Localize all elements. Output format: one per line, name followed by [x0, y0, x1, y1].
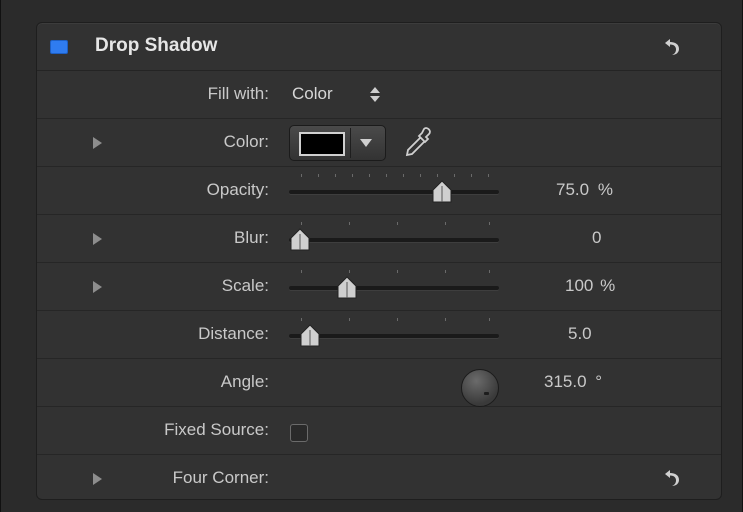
blur-row: Blur: 0 [37, 215, 721, 263]
popup-arrows-icon[interactable] [369, 84, 381, 104]
disclosure-triangle-icon[interactable] [93, 137, 102, 149]
color-well-button[interactable] [289, 125, 386, 161]
opacity-slider-track[interactable] [289, 190, 499, 194]
color-well-divider [350, 128, 351, 158]
scale-value[interactable]: 100 % [565, 276, 615, 296]
enable-checkbox-icon[interactable] [50, 40, 68, 54]
drop-shadow-panel: Drop Shadow Fill with: Color Color: Opac… [36, 22, 722, 500]
eyedropper-icon[interactable] [402, 125, 434, 159]
chevron-down-icon[interactable] [360, 139, 372, 147]
angle-value[interactable]: 315.0 ° [544, 372, 602, 392]
distance-row: Distance: 5.0 [37, 311, 721, 359]
reset-arrow-icon[interactable] [663, 468, 681, 488]
angle-dial[interactable] [461, 369, 499, 407]
panel-header: Drop Shadow [37, 23, 721, 71]
fill-with-row: Fill with: Color [37, 71, 721, 119]
angle-unit: ° [595, 372, 603, 391]
fill-with-label: Fill with: [207, 84, 269, 103]
disclosure-triangle-icon[interactable] [93, 233, 102, 245]
opacity-number: 75.0 [556, 180, 590, 199]
blur-label: Blur: [234, 228, 269, 247]
opacity-ticks [289, 174, 499, 180]
angle-indicator-icon [484, 392, 489, 395]
four-corner-label: Four Corner: [172, 468, 269, 487]
opacity-label: Opacity: [206, 180, 269, 199]
fixed-source-label: Fixed Source: [164, 420, 269, 439]
scale-label: Scale: [221, 276, 269, 295]
color-swatch[interactable] [299, 132, 345, 156]
scale-number: 100 [565, 276, 594, 295]
opacity-slider-thumb[interactable] [431, 180, 453, 204]
distance-slider-thumb[interactable] [299, 324, 321, 348]
scale-slider-thumb[interactable] [336, 276, 358, 300]
distance-value[interactable]: 5.0 [568, 324, 592, 344]
opacity-row: Opacity: 75.0 % [37, 167, 721, 215]
blur-ticks [289, 222, 499, 228]
blur-slider-track[interactable] [289, 238, 499, 242]
color-label: Color: [223, 132, 269, 151]
fill-with-popup[interactable]: Color [292, 84, 333, 104]
angle-number: 315.0 [544, 372, 587, 391]
disclosure-triangle-icon[interactable] [93, 473, 102, 485]
scale-slider-track[interactable] [289, 286, 499, 290]
four-corner-row: Four Corner: [37, 455, 721, 502]
fixed-source-row: Fixed Source: [37, 407, 721, 455]
scale-row: Scale: 100 % [37, 263, 721, 311]
angle-label: Angle: [220, 372, 269, 391]
color-row: Color: [37, 119, 721, 167]
opacity-unit: % [597, 180, 613, 199]
inspector-frame: Drop Shadow Fill with: Color Color: Opac… [0, 0, 743, 512]
scale-unit: % [600, 276, 616, 295]
scale-ticks [289, 270, 499, 276]
distance-label: Distance: [198, 324, 269, 343]
reset-arrow-icon[interactable] [663, 37, 681, 57]
opacity-value[interactable]: 75.0 % [556, 180, 613, 200]
panel-title: Drop Shadow [95, 35, 218, 56]
blur-slider-thumb[interactable] [289, 228, 311, 252]
blur-value[interactable]: 0 [592, 228, 601, 248]
angle-row: Angle: 315.0 ° [37, 359, 721, 407]
disclosure-triangle-icon[interactable] [93, 281, 102, 293]
fixed-source-checkbox[interactable] [290, 424, 308, 442]
